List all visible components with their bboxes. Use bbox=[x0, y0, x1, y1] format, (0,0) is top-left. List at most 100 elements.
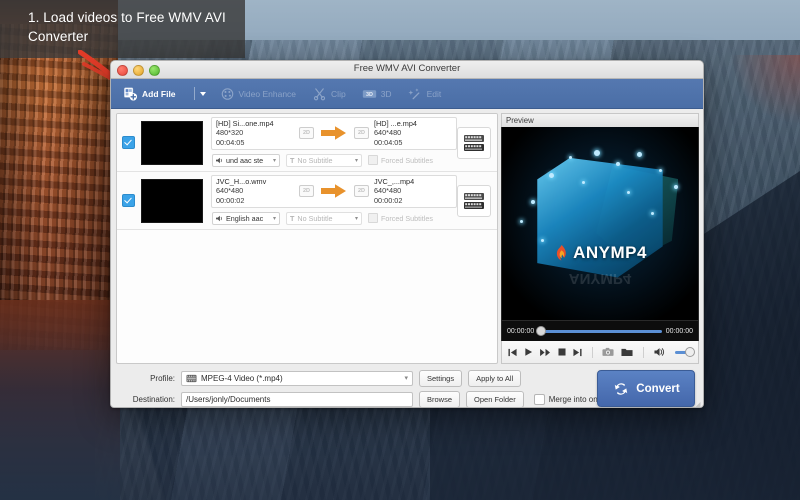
window-titlebar[interactable]: Free WMV AVI Converter bbox=[111, 61, 703, 79]
preview-seek-row: 00:00:00 00:00:00 bbox=[501, 321, 699, 341]
skip-next-icon[interactable] bbox=[573, 348, 582, 357]
forced-subtitles-label: Forced Subtitles bbox=[381, 156, 433, 165]
forced-subtitles-box bbox=[368, 213, 378, 223]
destination-input[interactable]: /Users/jonly/Documents bbox=[181, 392, 413, 407]
volume-slider[interactable] bbox=[675, 351, 692, 354]
video-format-icon bbox=[186, 374, 197, 383]
main-toolbar: Add File Video Enhance Clip bbox=[111, 79, 703, 109]
toolbar-3d[interactable]: 3D 3D bbox=[362, 87, 392, 101]
wallpaper-right-glow bbox=[730, 55, 800, 125]
convert-button-label: Convert bbox=[636, 383, 679, 395]
add-file-icon bbox=[123, 87, 138, 101]
video-thumbnail bbox=[141, 121, 203, 165]
source-duration: 00:00:02 bbox=[216, 196, 294, 206]
convert-button[interactable]: Convert bbox=[597, 370, 695, 407]
preview-header: Preview bbox=[501, 113, 699, 127]
chevron-down-icon: ▾ bbox=[355, 215, 358, 222]
target-duration: 00:00:02 bbox=[374, 196, 452, 206]
three-d-icon: 3D bbox=[362, 87, 377, 101]
preview-brand-text: ANYMP4 bbox=[573, 243, 647, 263]
film-strip-icon bbox=[463, 133, 485, 153]
speaker-icon bbox=[216, 157, 223, 164]
source-dimension-badge[interactable]: 2D bbox=[299, 127, 314, 139]
source-duration: 00:04:05 bbox=[216, 138, 294, 148]
row-checkbox[interactable] bbox=[122, 136, 135, 149]
toolbar-edit[interactable]: Edit bbox=[408, 87, 442, 101]
chevron-down-icon: ▾ bbox=[273, 215, 276, 222]
preview-artwork: ANYMP4 ANYMP4 bbox=[502, 127, 698, 320]
output-format-button[interactable] bbox=[457, 127, 491, 159]
toolbar-add-file[interactable]: Add File bbox=[123, 87, 176, 101]
film-strip-icon bbox=[463, 191, 485, 211]
toolbar-3d-label: 3D bbox=[381, 89, 392, 99]
preview-video-screen[interactable]: ANYMP4 ANYMP4 bbox=[501, 127, 699, 321]
subtitle-select[interactable]: T No Subtitle ▾ bbox=[286, 212, 362, 225]
preview-brand-logo: ANYMP4 bbox=[502, 243, 698, 263]
folder-icon[interactable] bbox=[621, 347, 633, 357]
preview-controls bbox=[501, 341, 699, 364]
browse-button[interactable]: Browse bbox=[419, 391, 460, 408]
add-file-chevron-down-icon[interactable] bbox=[200, 92, 206, 96]
toolbar-edit-label: Edit bbox=[427, 89, 442, 99]
refresh-arrows-icon bbox=[612, 380, 630, 398]
merge-checkbox-box bbox=[534, 394, 545, 405]
subtitle-value: No Subtitle bbox=[297, 156, 332, 165]
row-actions: ✕ ▾ bbox=[495, 134, 498, 152]
table-row[interactable]: JVC_H...o.wmv 640*480 00:00:02 2D 2D JVC… bbox=[117, 172, 497, 230]
profile-select[interactable]: MPEG-4 Video (*.mp4) ▾ bbox=[181, 371, 413, 386]
skip-previous-icon[interactable] bbox=[508, 348, 517, 357]
row-details: [HD] Si...one.mp4 480*320 00:04:05 2D 2D… bbox=[203, 117, 457, 169]
target-filename: [HD] ...e.mp4 bbox=[374, 119, 452, 129]
fast-forward-icon[interactable] bbox=[540, 348, 551, 357]
camera-icon[interactable] bbox=[602, 347, 614, 357]
source-filename: [HD] Si...one.mp4 bbox=[216, 119, 294, 129]
audio-track-value: und aac ste bbox=[226, 156, 263, 165]
convert-arrow-icon bbox=[321, 183, 347, 199]
convert-arrow-icon bbox=[321, 125, 347, 141]
row-options: English aac ▾ T No Subtitle ▾ Forced Sub… bbox=[211, 210, 457, 227]
toolbar-video-enhance-label: Video Enhance bbox=[239, 89, 297, 99]
volume-slider-handle[interactable] bbox=[685, 347, 695, 357]
audio-track-select[interactable]: English aac ▾ bbox=[212, 212, 280, 225]
source-dimension-badge[interactable]: 2D bbox=[299, 185, 314, 197]
profile-value: MPEG-4 Video (*.mp4) bbox=[201, 374, 283, 383]
window-body: [HD] Si...one.mp4 480*320 00:04:05 2D 2D… bbox=[111, 109, 703, 364]
forced-subtitles-checkbox[interactable]: Forced Subtitles bbox=[368, 213, 433, 223]
source-resolution: 640*480 bbox=[216, 186, 294, 196]
settings-button[interactable]: Settings bbox=[419, 370, 462, 387]
instruction-callout: 1. Load videos to Free WMV AVI Converter bbox=[0, 0, 245, 58]
table-row[interactable]: [HD] Si...one.mp4 480*320 00:04:05 2D 2D… bbox=[117, 114, 497, 172]
row-actions: ✕ ▾ bbox=[495, 192, 498, 210]
forced-subtitles-checkbox[interactable]: Forced Subtitles bbox=[368, 155, 433, 165]
speaker-icon[interactable] bbox=[654, 347, 666, 357]
row-checkbox[interactable] bbox=[122, 194, 135, 207]
target-resolution: 640*480 bbox=[374, 186, 452, 196]
target-resolution: 640*480 bbox=[374, 128, 452, 138]
seek-slider-handle[interactable] bbox=[536, 326, 546, 336]
scissors-icon bbox=[312, 87, 327, 101]
subtitle-select[interactable]: T No Subtitle ▾ bbox=[286, 154, 362, 167]
stop-icon[interactable] bbox=[558, 348, 566, 356]
callout-text: 1. Load videos to Free WMV AVI Converter bbox=[28, 10, 226, 44]
play-icon[interactable] bbox=[524, 347, 533, 357]
video-enhance-icon bbox=[220, 87, 235, 101]
toolbar-video-enhance[interactable]: Video Enhance bbox=[220, 87, 297, 101]
target-dimension-badge[interactable]: 2D bbox=[354, 185, 369, 197]
output-format-button[interactable] bbox=[457, 185, 491, 217]
source-resolution: 480*320 bbox=[216, 128, 294, 138]
target-duration: 00:04:05 bbox=[374, 138, 452, 148]
target-dimension-badge[interactable]: 2D bbox=[354, 127, 369, 139]
chevron-down-icon: ▾ bbox=[355, 157, 358, 164]
window-resize-grip[interactable] bbox=[692, 401, 701, 408]
total-time-label: 00:00:00 bbox=[666, 328, 693, 335]
destination-value: /Users/jonly/Documents bbox=[186, 395, 270, 404]
audio-track-select[interactable]: und aac ste ▾ bbox=[212, 154, 280, 167]
seek-slider[interactable] bbox=[538, 330, 662, 333]
open-folder-button[interactable]: Open Folder bbox=[466, 391, 524, 408]
file-list[interactable]: [HD] Si...one.mp4 480*320 00:04:05 2D 2D… bbox=[116, 113, 498, 364]
toolbar-clip[interactable]: Clip bbox=[312, 87, 346, 101]
audio-track-value: English aac bbox=[226, 214, 263, 223]
forced-subtitles-label: Forced Subtitles bbox=[381, 214, 433, 223]
profile-label: Profile: bbox=[119, 374, 175, 383]
apply-to-all-button[interactable]: Apply to All bbox=[468, 370, 521, 387]
